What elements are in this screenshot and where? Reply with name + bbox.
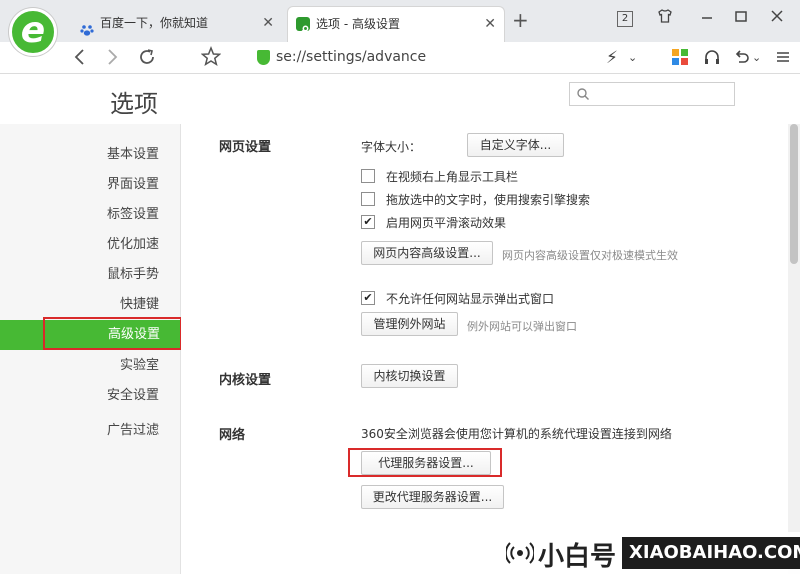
watermark-badge: 小白号 XIAOBAIHAO.COM — [500, 532, 800, 574]
tab-options-advanced[interactable]: 选项 - 高级设置 ✕ — [287, 6, 505, 42]
sidebar-item-tabs[interactable]: 标签设置 — [40, 200, 181, 230]
forward-icon[interactable] — [104, 43, 120, 78]
sidebar-item-label: 鼠标手势 — [106, 267, 159, 282]
drag-search-checkbox[interactable] — [361, 192, 375, 206]
tab-title: 选项 - 高级设置 — [316, 17, 400, 31]
undo-menu-chevron-icon[interactable]: ⌄ — [752, 47, 761, 69]
speed-bolt-icon[interactable]: ⚡ — [606, 47, 618, 69]
exceptions-note: 例外网站可以弹出窗口 — [467, 320, 577, 333]
network-description: 360安全浏览器会使用您计算机的系统代理设置连接到网络 — [361, 427, 672, 441]
sidebar-item-label: 基本设置 — [106, 147, 159, 162]
advanced-content-button[interactable]: 网页内容高级设置... — [361, 241, 493, 265]
sidebar-item-acceleration[interactable]: 优化加速 — [40, 230, 181, 260]
custom-font-button[interactable]: 自定义字体... — [467, 133, 564, 157]
watermark-cn-text: 小白号 — [538, 542, 617, 572]
change-proxy-button[interactable]: 更改代理服务器设置... — [361, 485, 504, 509]
search-input[interactable] — [594, 85, 724, 103]
new-tab-button[interactable]: + — [512, 8, 529, 32]
smooth-scroll-checkbox[interactable]: ✔ — [361, 215, 375, 229]
kernel-settings-heading: 内核设置 — [219, 373, 272, 388]
tab-baidu[interactable]: 百度一下，你就知道 ✕ — [72, 6, 282, 42]
sidebar-item-label: 实验室 — [119, 358, 159, 373]
watermark-en-text: XIAOBAIHAO.COM — [622, 537, 800, 569]
search-icon — [577, 88, 589, 100]
proxy-highlight-box — [348, 448, 502, 477]
settings-content: 网页设置 字体大小： 自定义字体... 在视频右上角显示工具栏 拖放选中的文字时… — [181, 124, 788, 574]
font-size-label: 字体大小： — [361, 140, 422, 154]
sidebar-item-label: 快捷键 — [119, 297, 159, 312]
sidebar-item-basic[interactable]: 基本设置 — [40, 140, 181, 170]
window-count-badge[interactable]: 2 — [617, 11, 633, 27]
tab-close-icon[interactable]: ✕ — [262, 6, 274, 40]
kernel-switch-button[interactable]: 内核切换设置 — [361, 364, 458, 388]
browser-logo[interactable]: e — [9, 8, 57, 56]
sidebar-item-label: 优化加速 — [106, 237, 159, 252]
network-heading: 网络 — [219, 428, 246, 443]
sidebar-item-ad-filter[interactable]: 广告过滤 — [40, 416, 181, 446]
back-icon[interactable] — [72, 43, 88, 78]
sidebar-item-label: 广告过滤 — [106, 423, 159, 438]
extensions-grid-icon[interactable] — [672, 49, 688, 65]
undo-icon[interactable] — [733, 47, 751, 73]
settings-search-box[interactable] — [569, 82, 735, 106]
smooth-scroll-label: 启用网页平滑滚动效果 — [386, 216, 507, 230]
favorite-star-icon[interactable] — [200, 43, 222, 78]
settings-header: 选项 — [0, 74, 800, 124]
maximize-icon[interactable] — [734, 8, 748, 28]
chevron-down-icon[interactable]: ⌄ — [628, 47, 637, 69]
drag-search-label: 拖放选中的文字时，使用搜索引擎搜索 — [386, 193, 591, 207]
refresh-icon[interactable] — [137, 43, 157, 78]
menu-icon[interactable] — [775, 47, 791, 73]
logo-letter: e — [20, 10, 46, 51]
tab-title: 百度一下，你就知道 — [100, 16, 209, 30]
address-bar-url[interactable]: se://settings/advance — [276, 46, 426, 68]
baidu-paw-icon — [80, 16, 94, 36]
web-settings-heading: 网页设置 — [219, 140, 272, 155]
advanced-highlight-box — [43, 317, 182, 350]
close-window-icon[interactable] — [770, 8, 784, 28]
sidebar-item-label: 安全设置 — [106, 388, 159, 403]
block-popups-label: 不允许任何网站显示弹出式窗口 — [386, 292, 555, 306]
advanced-content-note: 网页内容高级设置仅对极速模式生效 — [502, 249, 678, 262]
headphones-icon[interactable] — [703, 47, 721, 73]
sidebar-item-label: 界面设置 — [106, 177, 159, 192]
navigation-bar: se://settings/advance ⚡ ⌄ ⌄ — [0, 42, 800, 74]
skin-shirt-icon[interactable] — [657, 8, 673, 28]
broadcast-icon — [506, 542, 534, 564]
sidebar-item-mouse-gestures[interactable]: 鼠标手势 — [40, 260, 181, 290]
tab-close-icon[interactable]: ✕ — [484, 7, 496, 41]
block-popups-checkbox[interactable]: ✔ — [361, 291, 375, 305]
page-title: 选项 — [110, 90, 158, 118]
secure-shield-icon — [257, 50, 270, 65]
manage-exceptions-button[interactable]: 管理例外网站 — [361, 312, 458, 336]
minimize-icon[interactable] — [700, 8, 714, 28]
video-toolbar-checkbox[interactable] — [361, 169, 375, 183]
sidebar-item-security[interactable]: 安全设置 — [40, 381, 181, 411]
video-toolbar-label: 在视频右上角显示工具栏 — [386, 170, 519, 184]
tab-strip: 百度一下，你就知道 ✕ 选项 - 高级设置 ✕ + 2 — [0, 0, 800, 42]
sidebar-item-interface[interactable]: 界面设置 — [40, 170, 181, 200]
wrench-icon — [296, 17, 310, 36]
sidebar-item-label: 标签设置 — [106, 207, 159, 222]
sidebar-item-shortcuts[interactable]: 快捷键 — [40, 290, 181, 320]
sidebar-item-lab[interactable]: 实验室 — [40, 351, 181, 381]
scrollbar-thumb[interactable] — [790, 124, 798, 264]
